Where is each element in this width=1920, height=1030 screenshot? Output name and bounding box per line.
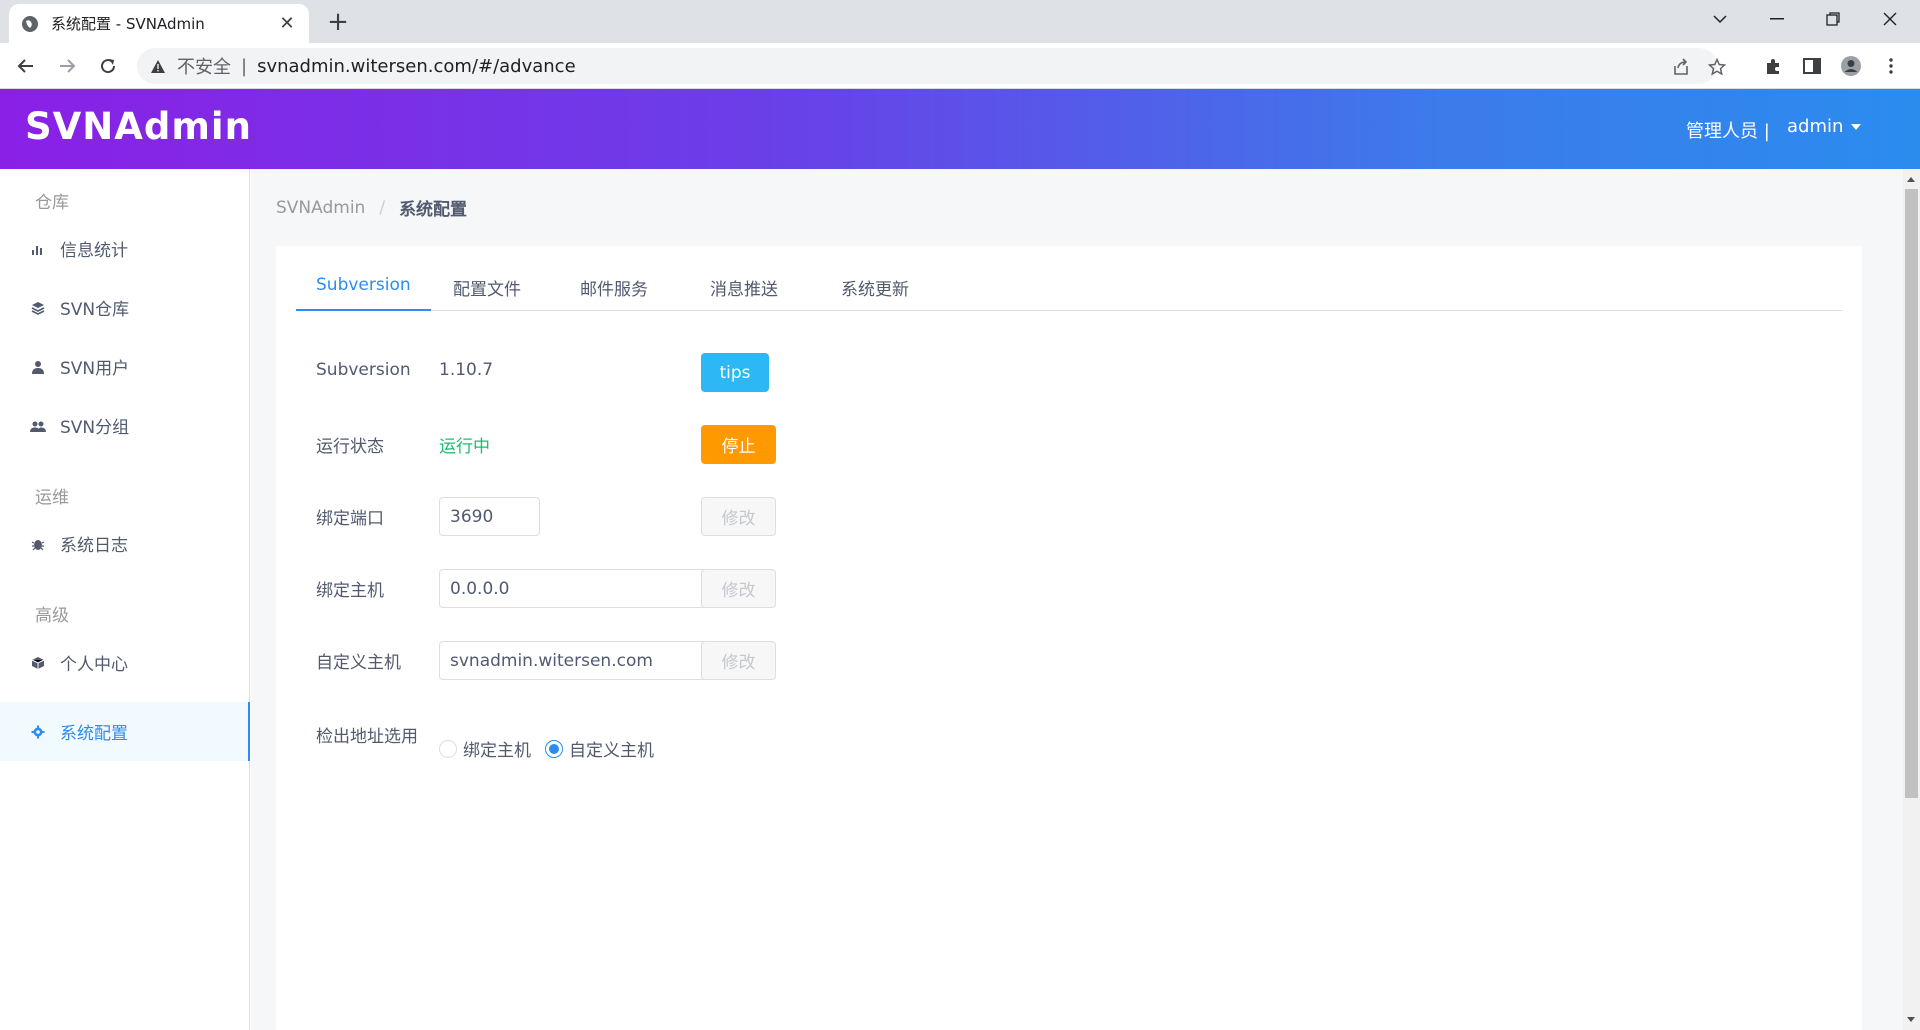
scroll-down-icon[interactable] <box>1907 1017 1915 1022</box>
user-dropdown[interactable]: admin <box>1787 116 1862 137</box>
bookmark-star-icon[interactable] <box>1706 56 1728 78</box>
browser-tabstrip: 系统配置 - SVNAdmin ✕ + <box>0 0 1920 43</box>
host-input[interactable]: 0.0.0.0 <box>439 569 744 608</box>
caret-down-icon <box>1851 123 1862 130</box>
config-tabs: Subversion 配置文件 邮件服务 消息推送 系统更新 <box>296 246 1842 311</box>
sidebar-item-label: SVN仓库 <box>60 300 130 320</box>
reload-icon[interactable] <box>94 52 122 80</box>
username: admin <box>1787 116 1844 137</box>
browser-tab[interactable]: 系统配置 - SVNAdmin ✕ <box>9 4 309 43</box>
breadcrumb: SVNAdmin / 系统配置 <box>276 195 468 221</box>
bar-chart-icon <box>30 241 46 257</box>
subversion-version: 1.10.7 <box>439 360 494 380</box>
custom-host-input[interactable]: svnadmin.witersen.com <box>439 641 744 680</box>
back-arrow-icon[interactable] <box>12 52 40 80</box>
insecure-label: 不安全 <box>177 57 231 78</box>
scrollbar-thumb[interactable] <box>1905 189 1918 798</box>
group-icon <box>30 418 46 434</box>
restore-icon[interactable] <box>1808 0 1858 38</box>
status-value: 运行中 <box>439 437 490 457</box>
url-text[interactable]: svnadmin.witersen.com/#/advance <box>257 56 576 77</box>
tips-button[interactable]: tips <box>701 353 769 392</box>
new-tab-icon[interactable]: + <box>325 9 351 35</box>
host-label: 绑定主机 <box>316 581 384 601</box>
sidebar-item-users[interactable]: SVN用户 <box>0 337 250 396</box>
stop-button[interactable]: 停止 <box>701 425 776 464</box>
forward-arrow-icon[interactable] <box>53 52 81 80</box>
bug-icon <box>30 536 46 552</box>
radio-bind-host[interactable]: 绑定主机 <box>439 736 531 761</box>
user-icon <box>30 359 46 375</box>
url-separator: | <box>241 55 248 77</box>
breadcrumb-separator: / <box>379 197 386 218</box>
sidebar-item-label: SVN用户 <box>60 359 130 379</box>
sidebar-item-label: 系统日志 <box>60 536 128 556</box>
sidebar-item-label: 系统配置 <box>60 724 128 744</box>
address-bar[interactable]: 不安全 | svnadmin.witersen.com/#/advance <box>137 48 1726 84</box>
extensions-puzzle-icon[interactable] <box>1762 55 1784 77</box>
tab-mail-service[interactable]: 邮件服务 <box>580 275 648 311</box>
main-content: SVNAdmin / 系统配置 Subversion 配置文件 邮件服务 消息推… <box>251 169 1903 1030</box>
sidebar-group-title: 运维 <box>35 488 69 508</box>
radio-label: 绑定主机 <box>463 741 531 761</box>
globe-icon <box>21 15 39 33</box>
scroll-up-icon[interactable] <box>1907 177 1915 182</box>
sidebar-item-repos[interactable]: SVN仓库 <box>0 278 250 337</box>
tab-search-icon[interactable] <box>1695 0 1745 38</box>
tab-subversion[interactable]: Subversion <box>296 275 431 311</box>
sidebar: 仓库 信息统计 SVN仓库 SVN用户 SVN分组 运维 系统日志 高级 个人中… <box>0 169 250 1030</box>
share-icon[interactable] <box>1670 56 1692 78</box>
sidebar-group-title: 仓库 <box>35 193 69 213</box>
user-role: 管理人员 | <box>1686 121 1770 142</box>
custom-host-label: 自定义主机 <box>316 653 401 673</box>
checkout-radio-group: 绑定主机 自定义主机 <box>439 736 668 761</box>
sidebar-item-system-config[interactable]: 系统配置 <box>0 702 250 761</box>
sidebar-item-label: 信息统计 <box>60 241 128 261</box>
tab-system-update[interactable]: 系统更新 <box>841 275 909 311</box>
radio-label: 自定义主机 <box>569 741 654 761</box>
more-menu-icon[interactable] <box>1880 55 1902 77</box>
radio-custom-host[interactable]: 自定义主机 <box>545 736 654 761</box>
browser-toolbar: 不安全 | svnadmin.witersen.com/#/advance <box>0 43 1920 89</box>
app-header: SVNAdmin 管理人员 | admin <box>0 89 1920 169</box>
sidebar-item-profile[interactable]: 个人中心 <box>0 633 250 692</box>
sidebar-item-groups[interactable]: SVN分组 <box>0 396 250 455</box>
status-label: 运行状态 <box>316 437 384 457</box>
close-tab-icon[interactable]: ✕ <box>277 13 297 34</box>
checkout-label: 检出地址选用 <box>316 727 418 747</box>
port-input[interactable]: 3690 <box>439 497 540 536</box>
warning-icon <box>149 57 167 75</box>
tab-config-file[interactable]: 配置文件 <box>453 275 521 311</box>
sidebar-item-stats[interactable]: 信息统计 <box>0 219 250 278</box>
sidebar-item-label: 个人中心 <box>60 655 128 675</box>
tab-message-push[interactable]: 消息推送 <box>710 275 778 311</box>
breadcrumb-home[interactable]: SVNAdmin <box>276 198 365 218</box>
sidebar-group-title: 高级 <box>35 606 69 626</box>
sidebar-item-logs[interactable]: 系统日志 <box>0 514 250 573</box>
subversion-label: Subversion <box>316 360 411 380</box>
profile-avatar-icon[interactable] <box>1840 55 1862 77</box>
radio-circle <box>439 739 457 758</box>
browser-tab-title: 系统配置 - SVNAdmin <box>51 15 205 33</box>
close-window-icon[interactable] <box>1865 0 1915 38</box>
app-logo[interactable]: SVNAdmin <box>25 105 252 148</box>
gear-icon <box>30 724 46 740</box>
minimize-icon[interactable] <box>1752 0 1802 38</box>
modify-port-button[interactable]: 修改 <box>701 497 776 536</box>
modify-host-button[interactable]: 修改 <box>701 569 776 608</box>
layers-icon <box>30 300 46 316</box>
side-panel-icon[interactable] <box>1801 55 1823 77</box>
modify-custom-host-button[interactable]: 修改 <box>701 641 776 680</box>
radio-circle <box>545 739 563 758</box>
sidebar-item-label: SVN分组 <box>60 418 130 438</box>
breadcrumb-current: 系统配置 <box>399 200 468 220</box>
config-card: Subversion 配置文件 邮件服务 消息推送 系统更新 Subversio… <box>276 246 1862 1030</box>
page-scrollbar[interactable] <box>1903 169 1920 1030</box>
cube-icon <box>30 655 46 671</box>
port-label: 绑定端口 <box>316 509 384 529</box>
